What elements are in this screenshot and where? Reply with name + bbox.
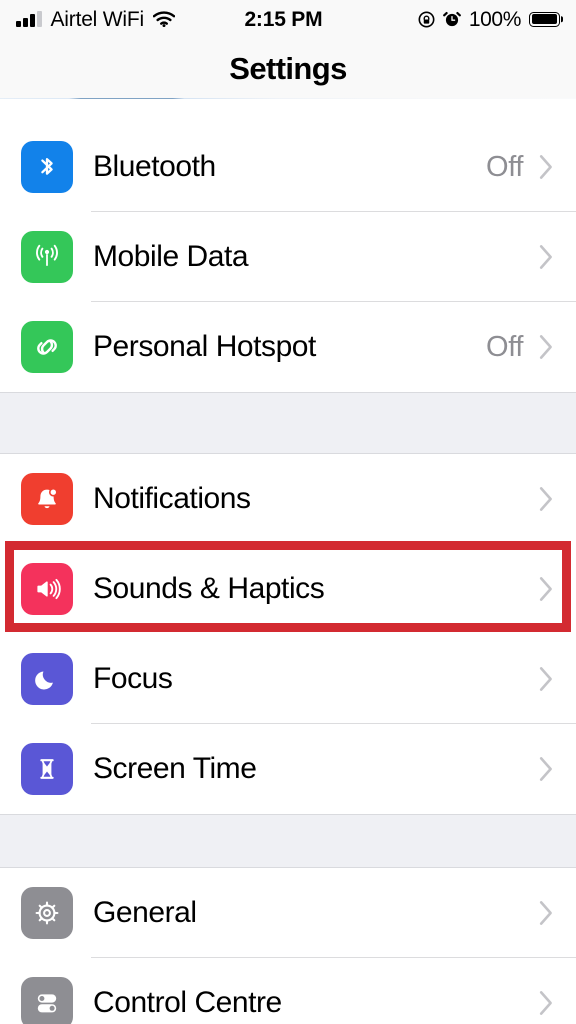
status-bar-left: Airtel WiFi: [16, 9, 175, 30]
row-value: Off: [486, 150, 523, 183]
row-value: Off: [486, 330, 523, 363]
sidebar-item-label: Bluetooth: [93, 150, 216, 183]
battery-full-icon: [529, 11, 560, 27]
page-title: Settings: [229, 50, 347, 86]
sidebar-item-general[interactable]: General: [0, 868, 576, 958]
general-gear-icon: [21, 887, 73, 939]
rotation-lock-icon: [418, 11, 435, 27]
group-separator-2: [0, 814, 576, 868]
sidebar-item-notifications[interactable]: Notifications: [0, 454, 576, 544]
sidebar-item-label: Notifications: [93, 482, 251, 515]
alarm-clock-icon: [442, 12, 461, 27]
sidebar-item-bluetooth[interactable]: Bluetooth Off: [0, 122, 576, 212]
clipped-row-above: [0, 99, 576, 122]
cellular-signal-icon: [16, 11, 42, 27]
chevron-right-icon: [539, 487, 552, 511]
battery-percent-label: 100%: [468, 7, 522, 31]
sounds-speaker-icon: [21, 563, 73, 615]
sidebar-item-personal-hotspot[interactable]: Personal Hotspot Off: [0, 302, 576, 392]
carrier-label: Airtel WiFi: [50, 7, 145, 31]
sidebar-item-label: Focus: [93, 662, 173, 695]
sidebar-item-label: Control Centre: [93, 986, 282, 1019]
settings-list[interactable]: Bluetooth Off Mobile Data Personal Hotsp…: [0, 99, 576, 1024]
status-bar-right: 100%: [418, 9, 560, 30]
sidebar-item-label: Personal Hotspot: [93, 330, 316, 363]
sidebar-item-label: General: [93, 896, 197, 929]
sidebar-item-label: Mobile Data: [93, 240, 249, 273]
personal-hotspot-icon: [21, 321, 73, 373]
sidebar-item-label: Screen Time: [93, 752, 257, 785]
settings-group-alerts: Notifications Sounds & Haptics Focus Scr…: [0, 454, 576, 814]
chevron-right-icon: [539, 757, 552, 781]
control-centre-icon: [21, 977, 73, 1024]
clock-label: 2:15 PM: [244, 7, 323, 31]
sidebar-item-sounds-haptics[interactable]: Sounds & Haptics: [0, 544, 576, 634]
sidebar-item-control-centre[interactable]: Control Centre: [0, 958, 576, 1024]
navigation-bar: Settings: [0, 38, 576, 98]
notifications-bell-icon: [21, 473, 73, 525]
sidebar-item-mobile-data[interactable]: Mobile Data: [0, 212, 576, 302]
settings-group-system: General Control Centre: [0, 868, 576, 1024]
bluetooth-icon: [21, 141, 73, 193]
chevron-right-icon: [539, 577, 552, 601]
focus-moon-icon: [21, 653, 73, 705]
chevron-right-icon: [539, 245, 552, 269]
chevron-right-icon: [539, 667, 552, 691]
sidebar-item-label: Sounds & Haptics: [93, 572, 325, 605]
status-bar-center: 2:15 PM: [175, 9, 418, 30]
chevron-right-icon: [539, 155, 552, 179]
settings-screen: Airtel WiFi 2:15 PM 100% Settings Blueto…: [0, 0, 576, 1024]
group-separator-1: [0, 392, 576, 454]
chevron-right-icon: [539, 991, 552, 1015]
chevron-right-icon: [539, 335, 552, 359]
wifi-icon: [152, 11, 175, 27]
sidebar-item-screen-time[interactable]: Screen Time: [0, 724, 576, 814]
mobile-data-icon: [21, 231, 73, 283]
chevron-right-icon: [539, 901, 552, 925]
sidebar-item-focus[interactable]: Focus: [0, 634, 576, 724]
status-bar: Airtel WiFi 2:15 PM 100%: [0, 0, 576, 38]
screen-time-hourglass-icon: [21, 743, 73, 795]
settings-group-connectivity: Bluetooth Off Mobile Data Personal Hotsp…: [0, 99, 576, 392]
